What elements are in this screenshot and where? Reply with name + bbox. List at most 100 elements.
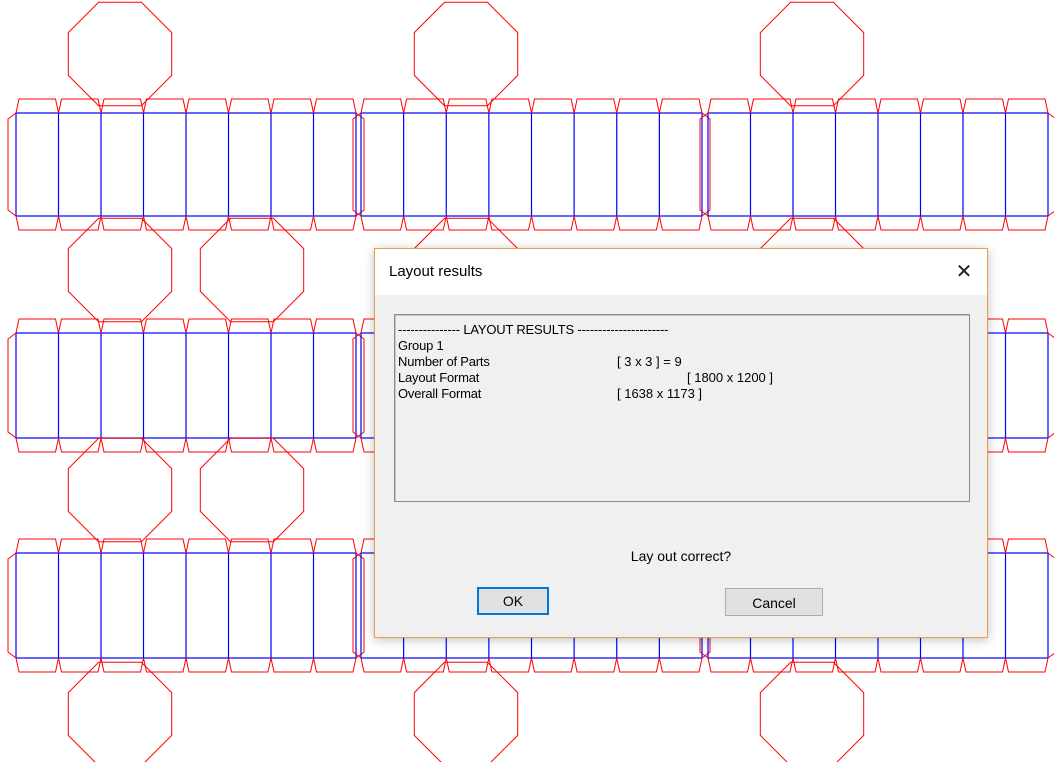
dieline-strip-r1-g0-tab xyxy=(270,318,314,334)
dieline-strip-r0-g1-tab xyxy=(488,215,532,231)
octagon-flap-7 xyxy=(67,437,173,543)
dieline-strip-r2-g1-tab xyxy=(616,657,660,673)
dieline-strip-r0-g2-tab xyxy=(750,215,794,231)
dieline-strip-r2-g0-tab xyxy=(270,657,314,673)
dieline-strip-r2-g0-tab xyxy=(58,538,102,554)
dieline-strip-r2-g0-tab xyxy=(313,538,357,554)
dieline-strip-r0-g1-tab xyxy=(360,215,405,231)
dieline-strip-r2-g2-tab xyxy=(920,657,964,673)
dieline-strip-r0-g2-tab xyxy=(707,215,751,231)
dieline-strip-r1-g0-tab xyxy=(100,318,144,334)
dieline-strip-r1-g0-tab xyxy=(270,437,314,453)
dieline-strip-r2-g2-tab xyxy=(835,657,879,673)
results-textbox[interactable]: --------------- LAYOUT RESULTS ---------… xyxy=(394,314,970,502)
dieline-strip-r2-g1-tab xyxy=(360,657,405,673)
dieline-strip-r0-g1-tab xyxy=(616,215,660,231)
octagon-flap-0 xyxy=(67,1,173,107)
dieline-strip-r0-g2-tab xyxy=(835,98,879,114)
dieline-strip-r1-g1-flap xyxy=(352,332,362,439)
dieline-strip-r2-g1-tab xyxy=(403,657,447,673)
octagon-flap-2 xyxy=(759,1,865,107)
layout-results-dialog: Layout results ✕ --------------- LAYOUT … xyxy=(374,248,988,638)
dieline-strip-r2-g2-tab xyxy=(1005,657,1049,673)
confirm-question: Lay out correct? xyxy=(630,548,732,564)
dieline-strip-r1-g0-tab xyxy=(228,318,272,334)
dieline-strip-r0-g1-tab xyxy=(360,98,405,114)
dieline-strip-r0-g0-tab xyxy=(58,215,102,231)
dialog-title: Layout results xyxy=(389,263,483,280)
overall-format-label: Overall Format xyxy=(398,386,482,401)
dieline-strip-r1-g0-tab xyxy=(185,437,229,453)
dieline-strip-r2-g0-tab xyxy=(143,538,187,554)
dieline-strip-r0-g2-tab xyxy=(962,98,1006,114)
dieline-strip-r2-g0-tab xyxy=(143,657,187,673)
octagon-flap-12 xyxy=(413,661,519,762)
dieline-strip-r2-g2-tab xyxy=(1005,538,1049,554)
dieline-strip-r0-g1-flap xyxy=(352,112,362,217)
dieline-strip-r1-g0-tab xyxy=(15,437,59,453)
dieline-strip-r2-g1-tab xyxy=(573,657,618,673)
dieline-strip-r2-g0-tab xyxy=(228,657,272,673)
cancel-button[interactable]: Cancel xyxy=(725,588,823,616)
octagon-flap-4 xyxy=(199,217,305,323)
dieline-strip-r0-g1-tab xyxy=(531,98,575,114)
dieline-strip-r0-g1-tab xyxy=(616,98,660,114)
octagon-flap-8 xyxy=(199,437,305,543)
dieline-strip-r2-g0-flap xyxy=(7,552,17,659)
dieline-strip-r2-g2-tab xyxy=(792,657,836,673)
dieline-strip-r0-g0-tab xyxy=(270,215,314,231)
dieline-strip-r0-g0-tab xyxy=(185,98,229,114)
dieline-strip-r2-g1-tab xyxy=(658,657,703,673)
dieline-strip-r0-g2-tab xyxy=(1005,98,1049,114)
dieline-strip-r0-g1-tab xyxy=(573,215,618,231)
dieline-strip-r0-g1-tab xyxy=(488,98,532,114)
dialog-titlebar: Layout results ✕ xyxy=(375,249,987,295)
dieline-strip-r0-g2-tab xyxy=(877,215,921,231)
dieline-strip-r0-g2-tab xyxy=(835,215,879,231)
dieline-strip-r1-g0-tab xyxy=(15,318,59,334)
dieline-strip-r0-g1-tab xyxy=(531,215,575,231)
dieline-strip-r0-g0-tab xyxy=(15,215,59,231)
dieline-strip-r0-g0-tab xyxy=(143,215,187,231)
dieline-strip-r0-g1-tab xyxy=(658,98,703,114)
ok-button[interactable]: OK xyxy=(477,587,549,615)
dieline-strip-r2-g0-tab xyxy=(270,538,314,554)
dieline-strip-r0-g1-flap xyxy=(701,112,711,217)
dieline-strip-r1-g2-flap xyxy=(1047,332,1054,439)
dieline-strip-r2-g1-tab xyxy=(445,657,490,673)
dieline-strip-r1-g0-tab xyxy=(228,437,272,453)
dieline-strip-r0-g0-tab xyxy=(143,98,187,114)
dieline-strip-r0-g2-tab xyxy=(962,215,1006,231)
dieline-strip-r0-g0-tab xyxy=(228,98,272,114)
dieline-strip-r2-g2-tab xyxy=(707,657,751,673)
dieline-strip-r2-g0-tab xyxy=(228,538,272,554)
dieline-strip-r1-g2-tab xyxy=(1005,437,1049,453)
dieline-strip-r0-g0-tab xyxy=(15,98,59,114)
dieline-strip-r1-g0-tab xyxy=(143,437,187,453)
octagon-flap-3 xyxy=(67,217,173,323)
dieline-strip-r1-g0-tab xyxy=(58,437,102,453)
close-icon[interactable]: ✕ xyxy=(941,249,987,295)
dieline-strip-r1-g0-tab xyxy=(143,318,187,334)
octagon-flap-11 xyxy=(67,661,173,762)
dieline-strip-r0-g2-tab xyxy=(920,215,964,231)
dieline-strip-r2-g2-tab xyxy=(750,657,794,673)
dieline-strip-r0-g0-flap xyxy=(355,112,365,217)
dieline-strip-r1-g0-tab xyxy=(58,318,102,334)
dieline-strip-r1-g0-flap xyxy=(355,332,365,439)
dieline-strip-r0-g0-tab xyxy=(313,98,357,114)
dieline-strip-r2-g0-tab xyxy=(185,538,229,554)
layout-format-value: [ 1800 x 1200 ] xyxy=(687,370,774,385)
results-group: Group 1 xyxy=(398,338,444,353)
dieline-strip-r2-g1-flap xyxy=(352,552,362,659)
octagon-flap-13 xyxy=(759,661,865,762)
dieline-strip-r1-g2-tab xyxy=(1005,318,1049,334)
dieline-strip-r2-g2-tab xyxy=(877,657,921,673)
dieline-strip-r0-g2-tab xyxy=(920,98,964,114)
dieline-strip-r1-g0-tab xyxy=(313,437,357,453)
dieline-strip-r1-g0-flap xyxy=(7,332,17,439)
results-header: --------------- LAYOUT RESULTS ---------… xyxy=(398,322,669,337)
dieline-strip-r0-g0-tab xyxy=(313,215,357,231)
dieline-strip-r1-g0-tab xyxy=(185,318,229,334)
dieline-strip-r2-g0-tab xyxy=(100,657,144,673)
